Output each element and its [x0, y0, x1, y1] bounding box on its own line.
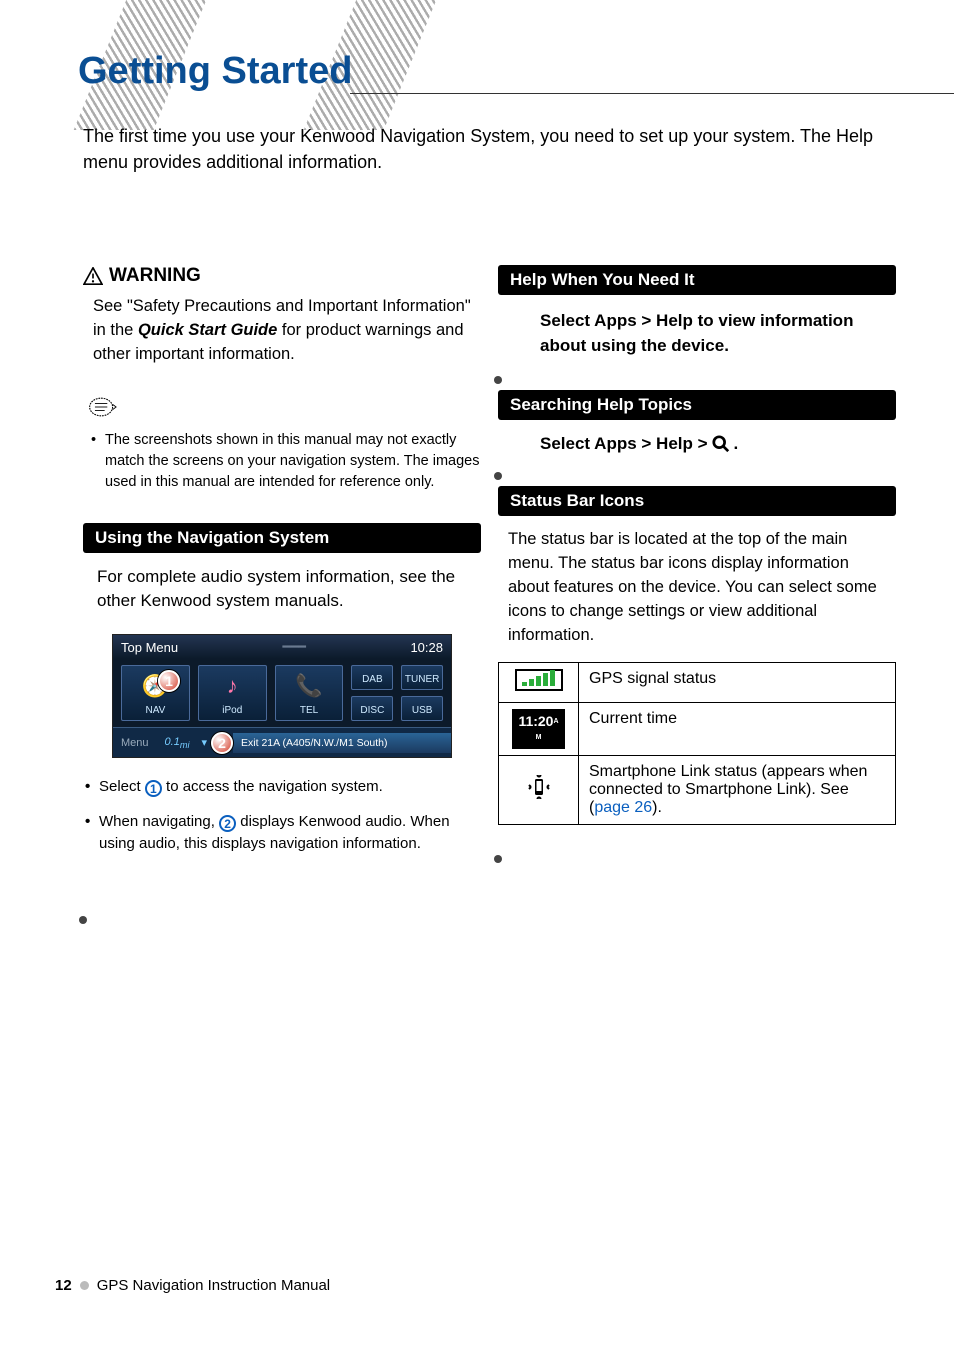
- table-row: 11:20AM Current time: [499, 702, 896, 755]
- tile-tel: 📞TEL: [275, 665, 344, 721]
- section-end-dot: [494, 855, 502, 863]
- footer-dot-icon: [80, 1281, 89, 1290]
- tile-tuner: TUNER: [401, 665, 443, 690]
- table-row: GPS signal status: [499, 662, 896, 702]
- note-icon: [87, 395, 117, 419]
- page-title: Getting Started: [78, 50, 352, 93]
- ss-clock: 10:28: [410, 640, 443, 655]
- intro-text: The first time you use your Kenwood Navi…: [83, 123, 904, 175]
- warning-label: WARNING: [109, 265, 201, 287]
- page-link[interactable]: page 26: [594, 799, 652, 816]
- tile-ipod: ♪iPod: [198, 665, 267, 721]
- section-end-dot: [494, 376, 502, 384]
- callout-1-badge: 1: [158, 670, 180, 692]
- section-help-when: Help When You Need It: [498, 265, 896, 295]
- ss-exit: Exit 21A (A405/N.W./M1 South): [233, 733, 451, 753]
- time-desc: Current time: [579, 702, 896, 755]
- section-end-dot: [494, 472, 502, 480]
- using-nav-bullets: Select 1 to access the navigation system…: [83, 776, 481, 856]
- tile-nav: 1 🧭 NAV: [121, 665, 190, 721]
- gps-signal-desc: GPS signal status: [579, 662, 896, 702]
- device-screenshot: Top Menu ━━━ 10:28 1 🧭 NAV ♪iPod 📞TEL DA…: [112, 634, 452, 758]
- tile-dab: DAB: [351, 665, 393, 690]
- warning-body: See "Safety Precautions and Important In…: [83, 295, 481, 367]
- callout-1-ref: 1: [145, 780, 162, 797]
- section-end-dot: [79, 916, 87, 924]
- title-rule: [350, 93, 954, 94]
- help-when-body: Select Apps > Help to view information a…: [498, 295, 896, 376]
- warning-heading: WARNING: [83, 265, 481, 287]
- callout-2-badge: 2: [211, 732, 233, 754]
- time-icon: 11:20AM: [512, 709, 564, 749]
- ss-top-menu: Top Menu: [121, 640, 178, 655]
- page-number: 12: [55, 1277, 72, 1294]
- gps-signal-icon: [515, 669, 563, 691]
- tile-usb: USB: [401, 696, 443, 721]
- smartphone-link-icon: [527, 775, 551, 799]
- note-body: The screenshots shown in this manual may…: [83, 430, 481, 493]
- ss-menu-btn: Menu: [113, 737, 157, 749]
- callout-2-ref: 2: [219, 815, 236, 832]
- table-row: Smartphone Link status (appears when con…: [499, 755, 896, 824]
- warning-icon: [83, 267, 103, 285]
- status-icons-body: The status bar is located at the top of …: [498, 516, 896, 662]
- page-footer: 12 GPS Navigation Instruction Manual: [55, 1277, 330, 1294]
- footer-text: GPS Navigation Instruction Manual: [97, 1277, 330, 1294]
- bullet-1: Select 1 to access the navigation system…: [83, 776, 481, 799]
- tile-disc: DISC: [351, 696, 393, 721]
- bullet-2: When navigating, 2 displays Kenwood audi…: [83, 811, 481, 856]
- section-status-icons: Status Bar Icons: [498, 486, 896, 516]
- link-desc: Smartphone Link status (appears when con…: [579, 755, 896, 824]
- search-icon: [712, 435, 730, 453]
- section-searching: Searching Help Topics: [498, 390, 896, 420]
- searching-body: Select Apps > Help > .: [498, 420, 896, 472]
- status-icons-table: GPS signal status 11:20AM Current time S…: [498, 662, 896, 825]
- using-nav-body: For complete audio system information, s…: [83, 553, 481, 614]
- section-using-nav: Using the Navigation System: [83, 523, 481, 553]
